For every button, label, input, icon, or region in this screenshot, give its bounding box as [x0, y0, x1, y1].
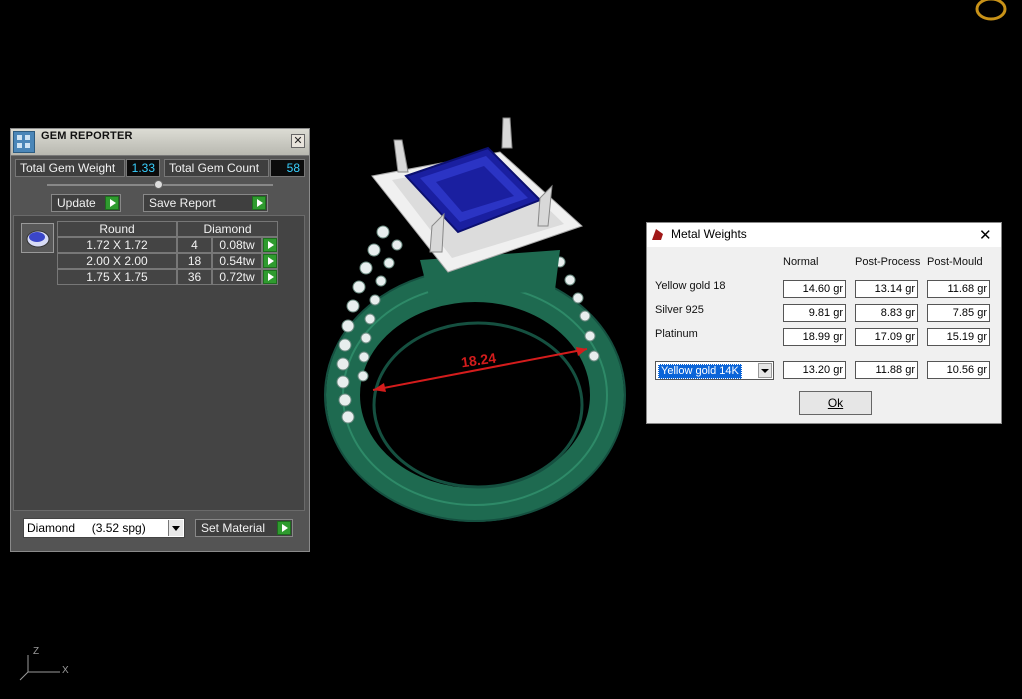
weight-field[interactable]: 11.88 gr: [855, 361, 918, 379]
weight-field[interactable]: 18.99 gr: [783, 328, 846, 346]
metal-name-yellow-gold-18: Yellow gold 18: [655, 280, 726, 292]
total-gem-count-value: 58: [270, 159, 305, 177]
ring-thumbnail-icon[interactable]: [975, 0, 1007, 21]
ok-button[interactable]: Ok: [799, 391, 872, 415]
metal-weights-titlebar[interactable]: Metal Weights ✕: [647, 223, 1001, 247]
play-icon: [263, 254, 277, 268]
ring-band: [324, 268, 626, 522]
custom-metal-select[interactable]: Yellow gold 14K: [655, 361, 774, 380]
ok-button-label: Ok: [827, 396, 844, 410]
weight-field[interactable]: 13.14 gr: [855, 280, 918, 298]
total-gem-weight-value: 1.33: [126, 159, 160, 177]
weight-field[interactable]: 14.60 gr: [783, 280, 846, 298]
gem-list[interactable]: Round Diamond 1.72 X 1.72 4 0.08tw 2.00 …: [13, 215, 305, 511]
total-gem-count-label: Total Gem Count: [164, 159, 269, 177]
weight-field[interactable]: 8.83 gr: [855, 304, 918, 322]
axis-gizmo: [19, 655, 60, 681]
metal-name-silver-925: Silver 925: [655, 304, 704, 316]
weight-field[interactable]: 10.56 gr: [927, 361, 990, 379]
gem-slider-handle[interactable]: [154, 180, 163, 189]
weight-field[interactable]: 15.19 gr: [927, 328, 990, 346]
gem-size-cell: 2.00 X 2.00: [57, 253, 177, 269]
metal-weights-title: Metal Weights: [671, 227, 747, 241]
play-icon: [263, 270, 277, 284]
axis-z-label: Z: [33, 646, 40, 657]
weight-field[interactable]: 17.09 gr: [855, 328, 918, 346]
close-icon[interactable]: ✕: [979, 226, 992, 244]
gem-weight-cell: 0.54tw: [212, 253, 262, 269]
row-play-button[interactable]: [262, 253, 278, 269]
table-header-material: Diamond: [177, 221, 278, 237]
gem-count-cell: 4: [177, 237, 212, 253]
weight-field[interactable]: 7.85 gr: [927, 304, 990, 322]
gem-reporter-logo-icon: [13, 131, 35, 153]
set-material-button-label: Set Material: [201, 521, 266, 535]
row-play-button[interactable]: [262, 269, 278, 285]
gem-weight-cell: 0.08tw: [212, 237, 262, 253]
gem-reporter-title: GEM REPORTER: [41, 130, 133, 142]
chevron-down-icon[interactable]: [168, 520, 183, 536]
gem-weight-cell: 0.72tw: [212, 269, 262, 285]
play-icon: [105, 196, 119, 210]
gem-reporter-panel: GEM REPORTER ✕ Total Gem Weight 1.33 Tot…: [10, 128, 310, 552]
set-material-button[interactable]: Set Material: [195, 519, 293, 537]
custom-metal-select-value: Yellow gold 14K: [658, 364, 742, 379]
gem-slider[interactable]: [47, 180, 273, 189]
weight-field[interactable]: 9.81 gr: [783, 304, 846, 322]
column-header-post-process: Post-Process: [855, 256, 921, 268]
axis-x-label: X: [62, 665, 69, 676]
play-icon: [252, 196, 266, 210]
play-icon: [277, 521, 291, 535]
round-gem-icon[interactable]: [21, 223, 54, 253]
update-button-label: Update: [57, 196, 96, 210]
material-dropdown-value: Diamond (3.52 spg): [27, 521, 146, 535]
gem-size-cell: 1.75 X 1.75: [57, 269, 177, 285]
material-dropdown[interactable]: Diamond (3.52 spg): [23, 518, 185, 538]
metal-name-platinum: Platinum: [655, 328, 698, 340]
weight-field[interactable]: 13.20 gr: [783, 361, 846, 379]
weight-field[interactable]: 11.68 gr: [927, 280, 990, 298]
table-header-shape: Round: [57, 221, 177, 237]
play-icon: [263, 238, 277, 252]
chevron-down-icon[interactable]: [758, 363, 772, 378]
update-button[interactable]: Update: [51, 194, 121, 212]
column-header-normal: Normal: [783, 256, 819, 268]
column-header-post-mould: Post-Mould: [927, 256, 983, 268]
gem-reporter-titlebar[interactable]: GEM REPORTER ✕: [11, 129, 309, 156]
gem-count-cell: 18: [177, 253, 212, 269]
metal-weights-dialog: Metal Weights ✕ Normal Post-Process Post…: [646, 222, 1002, 424]
total-gem-weight-label: Total Gem Weight: [15, 159, 125, 177]
gem-count-cell: 36: [177, 269, 212, 285]
close-icon[interactable]: ✕: [291, 134, 305, 148]
row-play-button[interactable]: [262, 237, 278, 253]
gem-size-cell: 1.72 X 1.72: [57, 237, 177, 253]
save-report-button[interactable]: Save Report: [143, 194, 268, 212]
save-report-button-label: Save Report: [149, 196, 216, 210]
ring-app-icon: [652, 229, 663, 240]
